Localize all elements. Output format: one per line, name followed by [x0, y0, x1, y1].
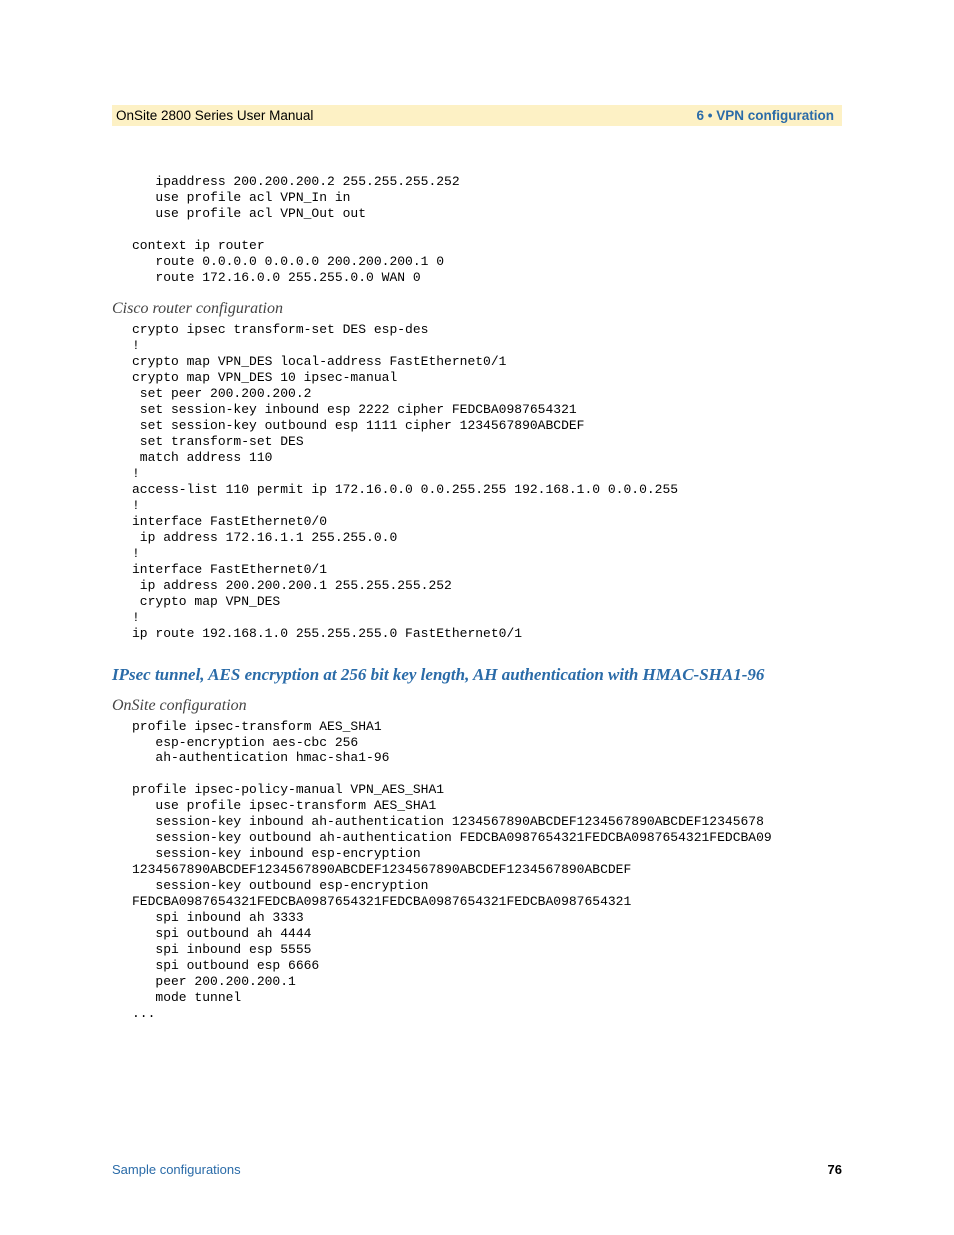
page: OnSite 2800 Series User Manual 6 • VPN c…	[0, 0, 954, 1235]
code-block-3: profile ipsec-transform AES_SHA1 esp-enc…	[132, 719, 842, 1023]
header-bar: OnSite 2800 Series User Manual 6 • VPN c…	[112, 105, 842, 126]
section-heading: IPsec tunnel, AES encryption at 256 bit …	[112, 664, 842, 687]
code-block-1: ipaddress 200.200.200.2 255.255.255.252 …	[132, 174, 842, 286]
page-number: 76	[828, 1162, 842, 1177]
subheading-cisco: Cisco router configuration	[112, 300, 842, 318]
code-block-2: crypto ipsec transform-set DES esp-des !…	[132, 322, 842, 642]
header-left: OnSite 2800 Series User Manual	[116, 108, 313, 123]
footer-left: Sample configurations	[112, 1162, 241, 1177]
header-right: 6 • VPN configuration	[697, 108, 835, 123]
subheading-onsite: OnSite configuration	[112, 697, 842, 715]
footer: Sample configurations 76	[112, 1162, 842, 1177]
